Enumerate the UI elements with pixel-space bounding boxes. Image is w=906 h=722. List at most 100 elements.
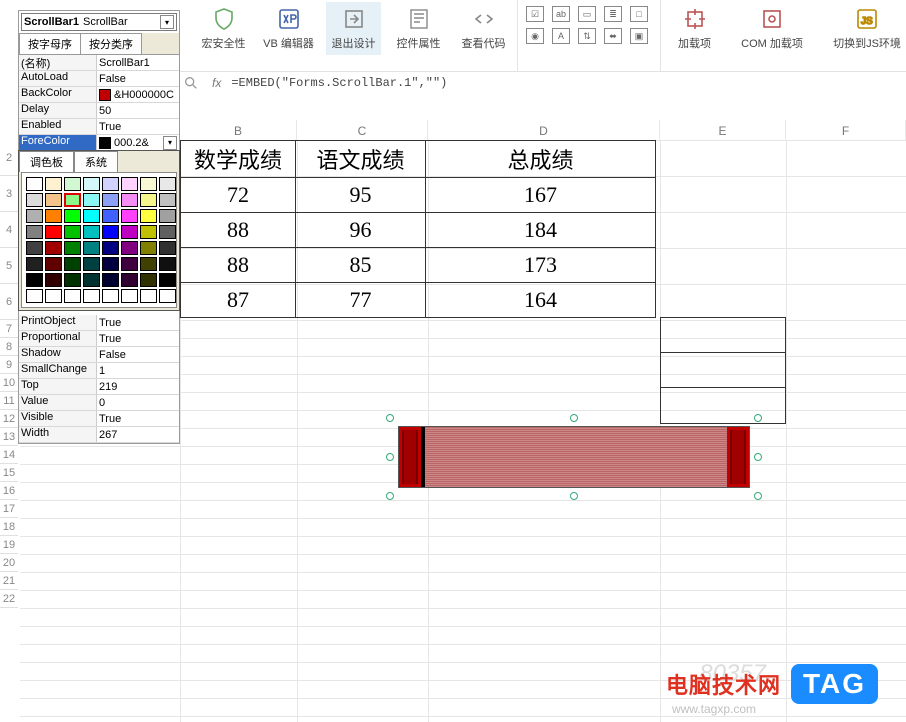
empty-cell[interactable] [660,353,786,389]
color-cell[interactable] [83,177,100,191]
color-cell[interactable] [45,289,62,303]
table-cell[interactable]: 95 [296,178,426,213]
color-cell[interactable] [83,289,100,303]
color-cell[interactable] [26,241,43,255]
color-cell[interactable] [121,241,138,255]
ctrl-label-icon[interactable]: A [552,28,570,44]
color-cell[interactable] [64,273,81,287]
property-row[interactable]: Top219 [19,379,179,395]
color-cell[interactable] [45,193,62,207]
property-row[interactable]: ForeColor000.2&▾ [19,135,179,151]
property-row[interactable]: SmallChange1 [19,363,179,379]
color-cell[interactable] [140,241,157,255]
color-cell[interactable] [26,289,43,303]
row-header[interactable]: 4 [0,212,18,248]
color-cell[interactable] [102,225,119,239]
color-cell[interactable] [140,193,157,207]
row-header[interactable]: 14 [0,446,18,464]
ctrl-textbox-icon[interactable]: ab [552,6,570,22]
table-cell[interactable]: 173 [426,248,656,283]
color-cell[interactable] [121,193,138,207]
color-grid[interactable] [21,172,177,308]
ctrl-spinner-icon[interactable]: ⇅ [578,28,596,44]
color-cell[interactable] [83,273,100,287]
property-row[interactable]: VisibleTrue [19,411,179,427]
color-cell[interactable] [83,209,100,223]
property-value[interactable]: 219 [97,379,179,394]
row-header[interactable]: 21 [0,572,18,590]
color-cell[interactable] [121,209,138,223]
ctrl-scrollbar-icon[interactable]: ⬌ [604,28,622,44]
color-cell[interactable] [83,241,100,255]
property-value[interactable]: 1 [97,363,179,378]
color-cell[interactable] [102,193,119,207]
property-row[interactable]: Width267 [19,427,179,443]
col-header-c[interactable]: C [297,120,428,140]
control-props-button[interactable]: 控件属性 [391,2,446,55]
resize-handle[interactable] [754,453,762,461]
row-header[interactable]: 10 [0,374,18,392]
color-cell[interactable] [159,177,176,191]
chevron-down-icon[interactable]: ▾ [160,15,174,29]
color-cell[interactable] [102,289,119,303]
property-value[interactable]: 267 [97,427,179,442]
addins-button[interactable]: 加载项 [667,2,722,55]
color-cell[interactable] [140,209,157,223]
control-gallery[interactable]: ☑ ab ▭ ≣ □ ◉ A ⇅ ⬌ ▣ [524,2,654,48]
color-cell[interactable] [102,209,119,223]
table-cell[interactable]: 85 [296,248,426,283]
row-header[interactable]: 3 [0,176,18,212]
color-cell[interactable] [64,209,81,223]
color-cell[interactable] [64,193,81,207]
color-cell[interactable] [64,289,81,303]
row-header[interactable]: 12 [0,410,18,428]
property-value[interactable]: 50 [97,103,179,118]
property-value[interactable]: True [97,331,179,346]
row-header[interactable]: 17 [0,500,18,518]
row-header[interactable]: 9 [0,356,18,374]
row-header[interactable]: 6 [0,284,18,320]
property-value[interactable]: 0 [97,395,179,410]
color-cell[interactable] [64,177,81,191]
property-row[interactable]: EnabledTrue [19,119,179,135]
empty-cell[interactable] [660,317,786,353]
row-header[interactable]: 18 [0,518,18,536]
row-header[interactable]: 7 [0,320,18,338]
color-cell[interactable] [64,241,81,255]
scrollbar-control[interactable] [398,426,750,488]
color-cell[interactable] [83,225,100,239]
color-cell[interactable] [45,225,62,239]
table-cell[interactable]: 88 [181,213,296,248]
color-cell[interactable] [159,209,176,223]
color-cell[interactable] [121,273,138,287]
color-cell[interactable] [45,241,62,255]
exit-design-button[interactable]: 退出设计 [326,2,381,55]
tab-category[interactable]: 按分类序 [80,33,142,54]
color-cell[interactable] [26,225,43,239]
resize-handle[interactable] [570,414,578,422]
vb-editor-button[interactable]: VB 编辑器 [261,2,316,55]
row-header[interactable]: 11 [0,392,18,410]
color-cell[interactable] [64,257,81,271]
color-cell[interactable] [102,273,119,287]
view-code-button[interactable]: 查看代码 [456,2,511,55]
ctrl-image-icon[interactable]: ▣ [630,28,648,44]
scrollbar-control-selection[interactable] [390,418,758,496]
property-value[interactable]: False [97,71,179,86]
resize-handle[interactable] [570,492,578,500]
row-header[interactable]: 2 [0,140,18,176]
row-header[interactable]: 20 [0,554,18,572]
row-header[interactable]: 19 [0,536,18,554]
color-cell[interactable] [140,257,157,271]
property-row[interactable]: BackColor&H000000C [19,87,179,103]
color-cell[interactable] [102,241,119,255]
color-cell[interactable] [140,289,157,303]
color-cell[interactable] [159,193,176,207]
object-name-box[interactable]: ScrollBar1 ScrollBar ▾ [21,13,177,31]
property-value[interactable]: True [97,411,179,426]
property-row[interactable]: (名称)ScrollBar1 [19,55,179,71]
table-cell[interactable]: 88 [181,248,296,283]
formula-value[interactable]: =EMBED("Forms.ScrollBar.1","") [231,76,447,90]
color-cell[interactable] [102,257,119,271]
ctrl-button-icon[interactable]: □ [630,6,648,22]
